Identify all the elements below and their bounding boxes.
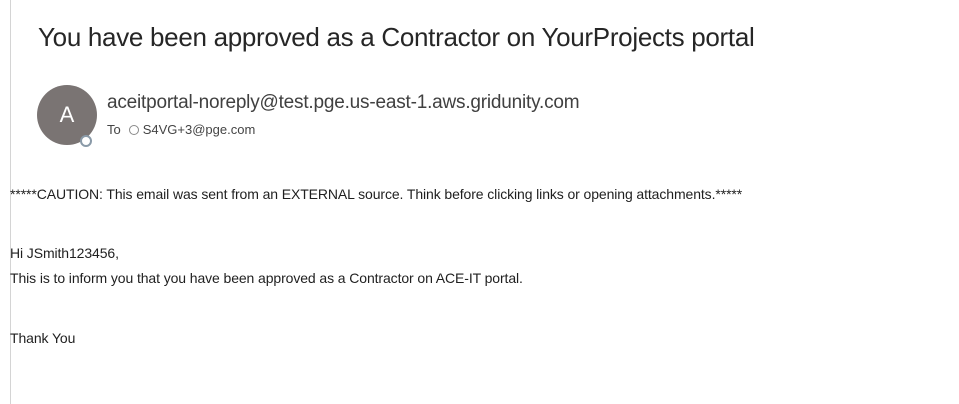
recipient-address[interactable]: S4VG+3@pge.com [143,122,256,137]
body-closing: Thank You [10,330,76,346]
recipient-presence-icon [128,124,139,135]
to-label: To [107,122,121,137]
presence-status-icon [80,135,92,147]
email-subject: You have been approved as a Contractor o… [38,22,755,52]
sender-address[interactable]: aceitportal-noreply@test.pge.us-east-1.a… [107,92,580,114]
recipient-line: To S4VG+3@pge.com [107,122,255,137]
body-message: This is to inform you that you have been… [10,270,523,286]
avatar-initial: A [59,102,75,127]
caution-banner: *****CAUTION: This email was sent from a… [10,186,743,202]
body-greeting: Hi JSmith123456, [10,245,119,261]
